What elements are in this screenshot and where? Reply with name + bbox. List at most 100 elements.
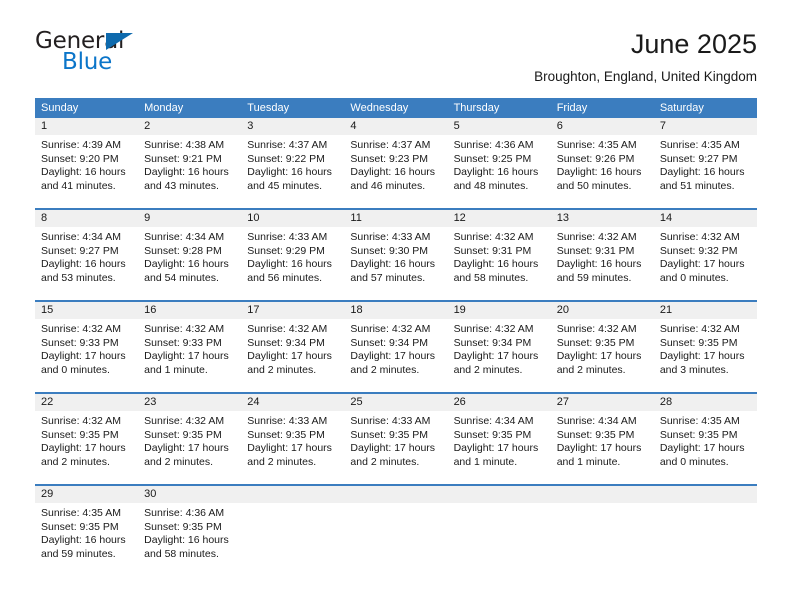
day-cell[interactable]: 6 Sunrise: 4:35 AM Sunset: 9:26 PM Dayli… <box>550 118 654 206</box>
day-details: Sunrise: 4:34 AM Sunset: 9:28 PM Dayligh… <box>138 227 241 285</box>
day-cell[interactable]: 25 Sunrise: 4:33 AM Sunset: 9:35 PM Dayl… <box>344 394 448 482</box>
sunrise-text: Sunrise: 4:34 AM <box>41 231 121 243</box>
weekday-header-row: Sunday Monday Tuesday Wednesday Thursday… <box>35 98 757 118</box>
day-cell[interactable]: 11 Sunrise: 4:33 AM Sunset: 9:30 PM Dayl… <box>344 210 448 298</box>
day-cell[interactable]: 28 Sunrise: 4:35 AM Sunset: 9:35 PM Dayl… <box>653 394 757 482</box>
day-cell[interactable]: 5 Sunrise: 4:36 AM Sunset: 9:25 PM Dayli… <box>447 118 551 206</box>
day-details: Sunrise: 4:35 AM Sunset: 9:27 PM Dayligh… <box>654 135 757 193</box>
day-cell[interactable]: 27 Sunrise: 4:34 AM Sunset: 9:35 PM Dayl… <box>550 394 654 482</box>
day-details: Sunrise: 4:32 AM Sunset: 9:34 PM Dayligh… <box>344 319 447 377</box>
week-row: 15 Sunrise: 4:32 AM Sunset: 9:33 PM Dayl… <box>35 300 757 390</box>
day-cell[interactable]: 2 Sunrise: 4:38 AM Sunset: 9:21 PM Dayli… <box>138 118 242 206</box>
day-cell[interactable]: 9 Sunrise: 4:34 AM Sunset: 9:28 PM Dayli… <box>138 210 242 298</box>
daylight-text: Daylight: 16 hours and 50 minutes. <box>556 166 642 192</box>
sunset-text: Sunset: 9:34 PM <box>453 336 532 349</box>
day-cell[interactable]: 26 Sunrise: 4:34 AM Sunset: 9:35 PM Dayl… <box>447 394 551 482</box>
day-cell[interactable]: 30 Sunrise: 4:36 AM Sunset: 9:35 PM Dayl… <box>138 486 242 574</box>
sunrise-text: Sunrise: 4:38 AM <box>144 139 225 151</box>
daylight-text: Daylight: 17 hours and 2 minutes. <box>144 442 229 468</box>
day-cell[interactable]: 10 Sunrise: 4:33 AM Sunset: 9:29 PM Dayl… <box>241 210 345 298</box>
day-number: 2 <box>138 118 242 135</box>
day-cell-empty <box>550 486 654 574</box>
daylight-text: Daylight: 16 hours and 58 minutes. <box>144 534 229 560</box>
day-number: 16 <box>138 302 242 319</box>
day-cell[interactable]: 22 Sunrise: 4:32 AM Sunset: 9:35 PM Dayl… <box>35 394 139 482</box>
day-cell[interactable]: 16 Sunrise: 4:32 AM Sunset: 9:33 PM Dayl… <box>138 302 242 390</box>
sunrise-text: Sunrise: 4:32 AM <box>144 323 225 335</box>
sunset-text: Sunset: 9:29 PM <box>247 244 325 257</box>
daylight-text: Daylight: 17 hours and 2 minutes. <box>350 442 436 468</box>
day-cell[interactable]: 23 Sunrise: 4:32 AM Sunset: 9:35 PM Dayl… <box>138 394 242 482</box>
day-cell[interactable]: 1 Sunrise: 4:39 AM Sunset: 9:20 PM Dayli… <box>35 118 139 206</box>
day-cell[interactable]: 18 Sunrise: 4:32 AM Sunset: 9:34 PM Dayl… <box>344 302 448 390</box>
day-number: 13 <box>550 210 654 227</box>
day-cell[interactable]: 12 Sunrise: 4:32 AM Sunset: 9:31 PM Dayl… <box>447 210 551 298</box>
day-details: Sunrise: 4:37 AM Sunset: 9:23 PM Dayligh… <box>344 135 447 193</box>
general-blue-logo[interactable]: General Blue <box>35 28 155 80</box>
sunrise-text: Sunrise: 4:33 AM <box>350 231 431 243</box>
day-number <box>344 486 448 503</box>
day-number: 30 <box>138 486 242 503</box>
day-number <box>241 486 345 503</box>
sunrise-text: Sunrise: 4:37 AM <box>350 139 431 151</box>
day-cell[interactable]: 3 Sunrise: 4:37 AM Sunset: 9:22 PM Dayli… <box>241 118 345 206</box>
day-details: Sunrise: 4:36 AM Sunset: 9:25 PM Dayligh… <box>448 135 551 193</box>
sunset-text: Sunset: 9:35 PM <box>350 428 429 441</box>
day-cell[interactable]: 15 Sunrise: 4:32 AM Sunset: 9:33 PM Dayl… <box>35 302 139 390</box>
daylight-text: Daylight: 17 hours and 2 minutes. <box>453 350 539 376</box>
day-details: Sunrise: 4:38 AM Sunset: 9:21 PM Dayligh… <box>138 135 241 193</box>
day-number: 10 <box>241 210 345 227</box>
day-number: 14 <box>653 210 757 227</box>
page-title: June 2025 <box>630 29 757 59</box>
day-cell[interactable]: 21 Sunrise: 4:32 AM Sunset: 9:35 PM Dayl… <box>653 302 757 390</box>
day-number: 12 <box>447 210 551 227</box>
sunrise-text: Sunrise: 4:32 AM <box>350 323 431 335</box>
sunset-text: Sunset: 9:25 PM <box>453 152 532 165</box>
daylight-text: Daylight: 17 hours and 1 minute. <box>144 350 229 376</box>
day-number: 8 <box>35 210 139 227</box>
daylight-text: Daylight: 16 hours and 48 minutes. <box>453 166 539 192</box>
sunrise-text: Sunrise: 4:33 AM <box>350 415 431 427</box>
title-block: June 2025 Broughton, England, United Kin… <box>534 28 757 87</box>
day-cell[interactable]: 8 Sunrise: 4:34 AM Sunset: 9:27 PM Dayli… <box>35 210 139 298</box>
daylight-text: Daylight: 17 hours and 1 minute. <box>453 442 539 468</box>
day-number: 22 <box>35 394 139 411</box>
day-cell[interactable]: 7 Sunrise: 4:35 AM Sunset: 9:27 PM Dayli… <box>653 118 757 206</box>
triangle-flag-icon <box>106 33 133 50</box>
day-number: 15 <box>35 302 139 319</box>
sunset-text: Sunset: 9:27 PM <box>41 244 119 257</box>
sunset-text: Sunset: 9:33 PM <box>41 336 119 349</box>
day-details: Sunrise: 4:32 AM Sunset: 9:35 PM Dayligh… <box>654 319 757 377</box>
sunset-text: Sunset: 9:28 PM <box>144 244 222 257</box>
day-cell[interactable]: 4 Sunrise: 4:37 AM Sunset: 9:23 PM Dayli… <box>344 118 448 206</box>
sunset-text: Sunset: 9:35 PM <box>556 336 635 349</box>
day-cell[interactable]: 19 Sunrise: 4:32 AM Sunset: 9:34 PM Dayl… <box>447 302 551 390</box>
sunset-text: Sunset: 9:33 PM <box>144 336 222 349</box>
daylight-text: Daylight: 17 hours and 2 minutes. <box>41 442 126 468</box>
day-number: 4 <box>344 118 448 135</box>
sunset-text: Sunset: 9:34 PM <box>350 336 429 349</box>
day-cell[interactable]: 14 Sunrise: 4:32 AM Sunset: 9:32 PM Dayl… <box>653 210 757 298</box>
day-cell[interactable]: 24 Sunrise: 4:33 AM Sunset: 9:35 PM Dayl… <box>241 394 345 482</box>
day-cell[interactable]: 29 Sunrise: 4:35 AM Sunset: 9:35 PM Dayl… <box>35 486 139 574</box>
day-number: 19 <box>447 302 551 319</box>
weekday-header-wednesday: Wednesday <box>350 102 409 114</box>
day-cell[interactable]: 20 Sunrise: 4:32 AM Sunset: 9:35 PM Dayl… <box>550 302 654 390</box>
sunrise-text: Sunrise: 4:36 AM <box>453 139 534 151</box>
day-details: Sunrise: 4:32 AM Sunset: 9:35 PM Dayligh… <box>551 319 654 377</box>
sunrise-text: Sunrise: 4:34 AM <box>453 415 534 427</box>
day-details: Sunrise: 4:35 AM Sunset: 9:35 PM Dayligh… <box>35 503 138 561</box>
day-number: 9 <box>138 210 242 227</box>
day-cell[interactable]: 13 Sunrise: 4:32 AM Sunset: 9:31 PM Dayl… <box>550 210 654 298</box>
weekday-header-monday: Monday <box>144 102 184 114</box>
day-number: 25 <box>344 394 448 411</box>
day-number: 21 <box>653 302 757 319</box>
day-cell[interactable]: 17 Sunrise: 4:32 AM Sunset: 9:34 PM Dayl… <box>241 302 345 390</box>
sunset-text: Sunset: 9:32 PM <box>659 244 738 257</box>
sunrise-text: Sunrise: 4:35 AM <box>556 139 637 151</box>
daylight-text: Daylight: 16 hours and 53 minutes. <box>41 258 126 284</box>
day-number: 29 <box>35 486 139 503</box>
day-details: Sunrise: 4:32 AM Sunset: 9:33 PM Dayligh… <box>35 319 138 377</box>
daylight-text: Daylight: 16 hours and 56 minutes. <box>247 258 332 284</box>
daylight-text: Daylight: 16 hours and 46 minutes. <box>350 166 436 192</box>
